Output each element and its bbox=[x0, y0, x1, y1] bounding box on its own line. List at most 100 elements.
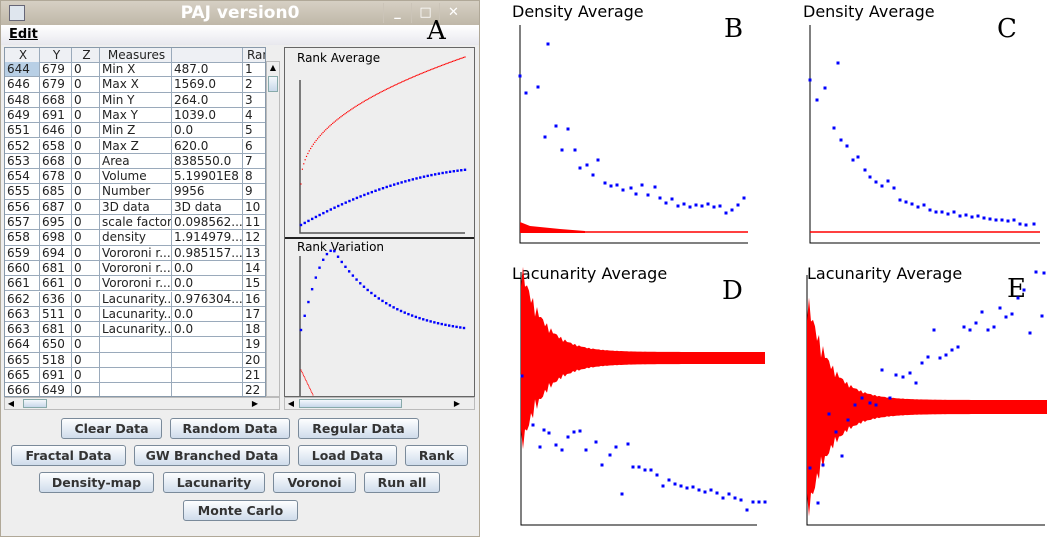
table-row[interactable]: 651 646 0 Min Z 0.0 5 bbox=[5, 123, 265, 139]
table-cell[interactable]: 0 bbox=[72, 215, 100, 231]
table-cell[interactable]: Max Y bbox=[100, 107, 172, 124]
table-cell[interactable]: 646 bbox=[5, 77, 40, 93]
table-cell[interactable]: 657 bbox=[5, 215, 40, 231]
table-cell[interactable] bbox=[172, 368, 243, 384]
table-cell[interactable]: 20 bbox=[243, 353, 265, 368]
table-cell[interactable]: 649 bbox=[40, 383, 72, 396]
table-cell[interactable]: 654 bbox=[5, 169, 40, 185]
table-cell[interactable]: 518 bbox=[40, 352, 72, 368]
table-cell[interactable]: 658 bbox=[5, 230, 40, 246]
table-cell[interactable]: 646 bbox=[40, 123, 72, 139]
table-row[interactable]: 646 679 0 Max X 1569.0 2 bbox=[5, 77, 265, 93]
table-cell[interactable]: 4 bbox=[243, 108, 265, 124]
table-cell[interactable]: 0.098562... bbox=[172, 215, 243, 231]
fractal-data-button[interactable]: Fractal Data bbox=[11, 445, 126, 466]
table-cell[interactable]: 7 bbox=[243, 154, 265, 170]
table-cell[interactable]: 3D data bbox=[172, 199, 243, 215]
regular-data-button[interactable]: Regular Data bbox=[298, 418, 419, 439]
table-cell[interactable] bbox=[100, 337, 172, 353]
table-cell[interactable]: 658 bbox=[40, 138, 72, 154]
table-cell[interactable]: Max Z bbox=[100, 138, 172, 154]
table-cell[interactable]: 0 bbox=[72, 77, 100, 93]
table-cell[interactable]: 838550.0 bbox=[172, 153, 243, 170]
table-cell[interactable]: 651 bbox=[5, 123, 40, 139]
table-cell[interactable]: Min Z bbox=[100, 123, 172, 139]
table-cell[interactable]: 19 bbox=[243, 337, 265, 353]
table-cell[interactable]: 0 bbox=[72, 230, 100, 246]
table-cell[interactable]: Min X bbox=[100, 62, 172, 78]
table-row[interactable]: 665 691 0 21 bbox=[5, 368, 265, 384]
table-row[interactable]: 657 695 0 scale factor 0.098562... 11 bbox=[5, 215, 265, 231]
table-cell[interactable]: 3 bbox=[243, 93, 265, 108]
density-map-button[interactable]: Density-map bbox=[39, 472, 154, 493]
table-cell[interactable]: 16 bbox=[243, 292, 265, 307]
scroll-right-arrow-icon[interactable]: ▶ bbox=[451, 398, 463, 410]
table-row[interactable]: 665 518 0 20 bbox=[5, 352, 265, 368]
table-row[interactable]: 653 668 0 Area 838550.0 7 bbox=[5, 153, 265, 170]
table-cell[interactable]: 2 bbox=[243, 77, 265, 93]
table-cell[interactable]: 666 bbox=[5, 383, 40, 396]
table-cell[interactable]: 0.0 bbox=[172, 260, 243, 277]
table-cell[interactable]: Lacunarity... bbox=[100, 322, 172, 338]
table-cell[interactable]: 660 bbox=[5, 260, 40, 277]
table-cell[interactable]: 664 bbox=[5, 337, 40, 353]
table-cell[interactable]: 661 bbox=[40, 276, 72, 292]
table-cell[interactable]: 9956 bbox=[172, 184, 243, 200]
table-horizontal-scrollbar[interactable]: ◀ ▶ bbox=[4, 397, 280, 410]
table-vertical-scrollbar[interactable]: ▲ bbox=[266, 61, 280, 397]
table-cell[interactable]: 14 bbox=[243, 261, 265, 277]
table-cell[interactable]: 678 bbox=[40, 169, 72, 185]
table-cell[interactable]: 8 bbox=[243, 169, 265, 185]
scroll-thumb[interactable] bbox=[299, 399, 402, 408]
table-cell[interactable]: 656 bbox=[5, 199, 40, 215]
table-cell[interactable]: 3D data bbox=[100, 199, 172, 215]
scroll-up-arrow-icon[interactable]: ▲ bbox=[267, 62, 279, 74]
table-cell[interactable]: 0.0 bbox=[172, 306, 243, 323]
menu-edit[interactable]: Edit bbox=[9, 27, 38, 42]
table-cell[interactable]: 0 bbox=[72, 368, 100, 384]
table-cell[interactable]: 0 bbox=[72, 383, 100, 396]
table-cell[interactable]: 665 bbox=[5, 368, 40, 384]
table-cell[interactable]: 644 bbox=[5, 62, 40, 78]
table-cell[interactable]: 650 bbox=[40, 337, 72, 353]
table-cell[interactable]: 0 bbox=[72, 107, 100, 124]
table-cell[interactable]: 1 bbox=[243, 62, 265, 78]
table-cell[interactable]: Number bbox=[100, 184, 172, 200]
table-cell[interactable]: 649 bbox=[5, 107, 40, 124]
table-cell[interactable]: 0 bbox=[72, 169, 100, 185]
table-cell[interactable]: density bbox=[100, 230, 172, 246]
minimize-button[interactable]: _ bbox=[383, 3, 411, 23]
column-header[interactable]: Z bbox=[72, 48, 100, 64]
table-row[interactable]: 666 649 0 22 bbox=[5, 383, 265, 396]
table-cell[interactable]: 12 bbox=[243, 230, 265, 246]
table-cell[interactable]: Min Y bbox=[100, 92, 172, 108]
table-row[interactable]: 658 698 0 density 1.914979... 12 bbox=[5, 230, 265, 246]
table-cell[interactable]: 0 bbox=[72, 62, 100, 78]
table-cell[interactable]: 0 bbox=[72, 260, 100, 277]
table-cell[interactable]: 636 bbox=[40, 291, 72, 307]
table-cell[interactable]: 687 bbox=[40, 199, 72, 215]
table-cell[interactable] bbox=[100, 383, 172, 396]
table-cell[interactable] bbox=[172, 337, 243, 353]
scroll-right-arrow-icon[interactable]: ▶ bbox=[249, 398, 261, 410]
table-cell[interactable]: 487.0 bbox=[172, 62, 243, 78]
voronoi-button[interactable]: Voronoi bbox=[273, 472, 356, 493]
table-cell[interactable]: 659 bbox=[5, 245, 40, 261]
table-row[interactable]: 652 658 0 Max Z 620.0 6 bbox=[5, 138, 265, 154]
table-cell[interactable]: Vororoni r... bbox=[100, 276, 172, 292]
table-cell[interactable]: 264.0 bbox=[172, 92, 243, 108]
table-row[interactable]: 664 650 0 19 bbox=[5, 337, 265, 353]
scroll-left-arrow-icon[interactable]: ◀ bbox=[5, 398, 17, 410]
gw-branched-data-button[interactable]: GW Branched Data bbox=[134, 445, 290, 466]
table-cell[interactable]: 681 bbox=[40, 322, 72, 338]
table-cell[interactable]: Vororoni r... bbox=[100, 260, 172, 277]
table-row[interactable]: 661 661 0 Vororoni r... 0.0 15 bbox=[5, 276, 265, 292]
rank-button[interactable]: Rank bbox=[405, 445, 468, 466]
table-cell[interactable]: 11 bbox=[243, 215, 265, 231]
table-row[interactable]: 659 694 0 Vororoni r... 0.985157... 13 bbox=[5, 245, 265, 261]
clear-data-button[interactable]: Clear Data bbox=[61, 418, 162, 439]
table-cell[interactable]: 6 bbox=[243, 139, 265, 154]
table-cell[interactable]: Max X bbox=[100, 77, 172, 93]
table-cell[interactable]: 18 bbox=[243, 322, 265, 338]
table-cell[interactable]: 0.0 bbox=[172, 123, 243, 139]
